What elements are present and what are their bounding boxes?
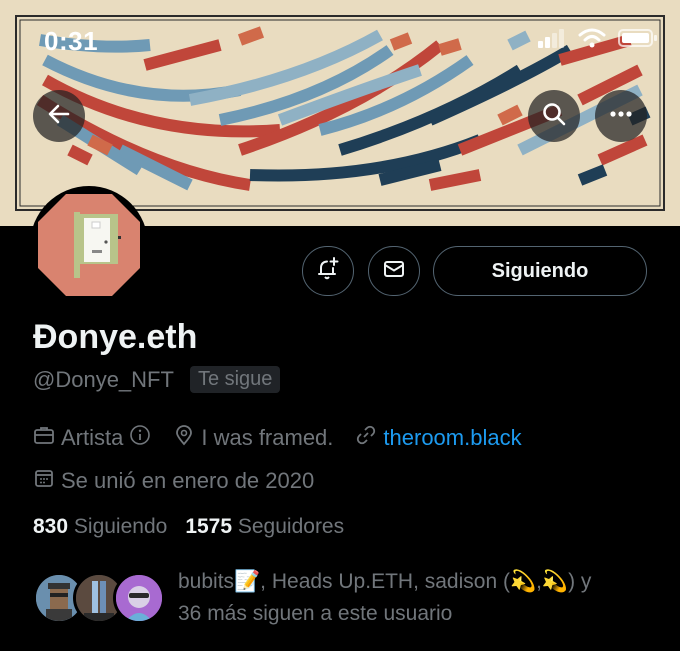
user-handle: @Donye_NFT bbox=[33, 366, 174, 392]
link-icon bbox=[355, 424, 377, 452]
following-button-label: Siguiendo bbox=[491, 259, 589, 282]
more-dots-icon bbox=[608, 101, 634, 132]
status-time: 0:31 bbox=[44, 26, 99, 56]
arrow-left-icon bbox=[46, 101, 72, 132]
known-followers-avatars[interactable] bbox=[33, 568, 168, 628]
follows-you-badge: Te sigue bbox=[189, 366, 281, 393]
profile-avatar[interactable] bbox=[30, 186, 148, 304]
battery-icon bbox=[618, 28, 658, 53]
joined-text: Se unió en enero de 2020 bbox=[61, 468, 315, 493]
following-button[interactable]: Siguiendo bbox=[433, 246, 647, 296]
website-link[interactable]: theroom.black bbox=[383, 425, 521, 451]
known-followers-text[interactable]: bubits📝, Heads Up.ETH, sadison (💫,💫) y 3… bbox=[178, 566, 658, 630]
profile-meta: Artista I was framed. theroom.black bbox=[33, 424, 544, 452]
location-item: I was framed. bbox=[173, 424, 333, 452]
avatar-image bbox=[36, 192, 142, 298]
follow-stats: 830 Siguiendo 1575 Seguidores bbox=[33, 515, 344, 539]
bell-plus-icon bbox=[315, 256, 341, 287]
search-button[interactable] bbox=[528, 90, 580, 142]
following-count: 830 bbox=[33, 515, 69, 538]
category-item: Artista bbox=[33, 424, 151, 452]
known-followers-line1: bubits📝, Heads Up.ETH, sadison (💫,💫) y bbox=[178, 570, 592, 593]
website-item[interactable]: theroom.black bbox=[355, 424, 522, 452]
followers-count: 1575 bbox=[185, 515, 233, 538]
info-icon[interactable] bbox=[129, 424, 151, 452]
joined-row: Se unió en enero de 2020 bbox=[33, 467, 336, 495]
notifications-button[interactable] bbox=[302, 246, 354, 296]
more-button[interactable] bbox=[595, 90, 647, 142]
location-text: I was framed. bbox=[201, 425, 334, 450]
following-label: Siguiendo bbox=[73, 515, 168, 538]
known-followers-line2: 36 más siguen a este usuario bbox=[178, 602, 453, 625]
status-icons bbox=[538, 28, 658, 53]
followers-label: Seguidores bbox=[237, 515, 345, 538]
calendar-icon bbox=[33, 467, 55, 495]
handle-row: @Donye_NFT Te sigue bbox=[33, 366, 281, 393]
message-button[interactable] bbox=[368, 246, 420, 296]
following-stat[interactable]: 830 Siguiendo bbox=[33, 515, 167, 539]
back-button[interactable] bbox=[33, 90, 85, 142]
followers-stat[interactable]: 1575 Seguidores bbox=[185, 515, 344, 539]
location-pin-icon bbox=[173, 424, 195, 452]
briefcase-icon bbox=[33, 424, 55, 452]
joined-item: Se unió en enero de 2020 bbox=[33, 467, 314, 495]
follower-avatar bbox=[113, 572, 165, 624]
envelope-icon bbox=[382, 257, 406, 286]
wifi-icon bbox=[578, 28, 606, 53]
search-icon bbox=[541, 101, 567, 132]
signal-icon bbox=[538, 28, 566, 53]
category-text: Artista bbox=[61, 425, 124, 450]
display-name: Đonye.eth bbox=[33, 318, 198, 356]
status-bar: 0:31 bbox=[0, 0, 680, 80]
